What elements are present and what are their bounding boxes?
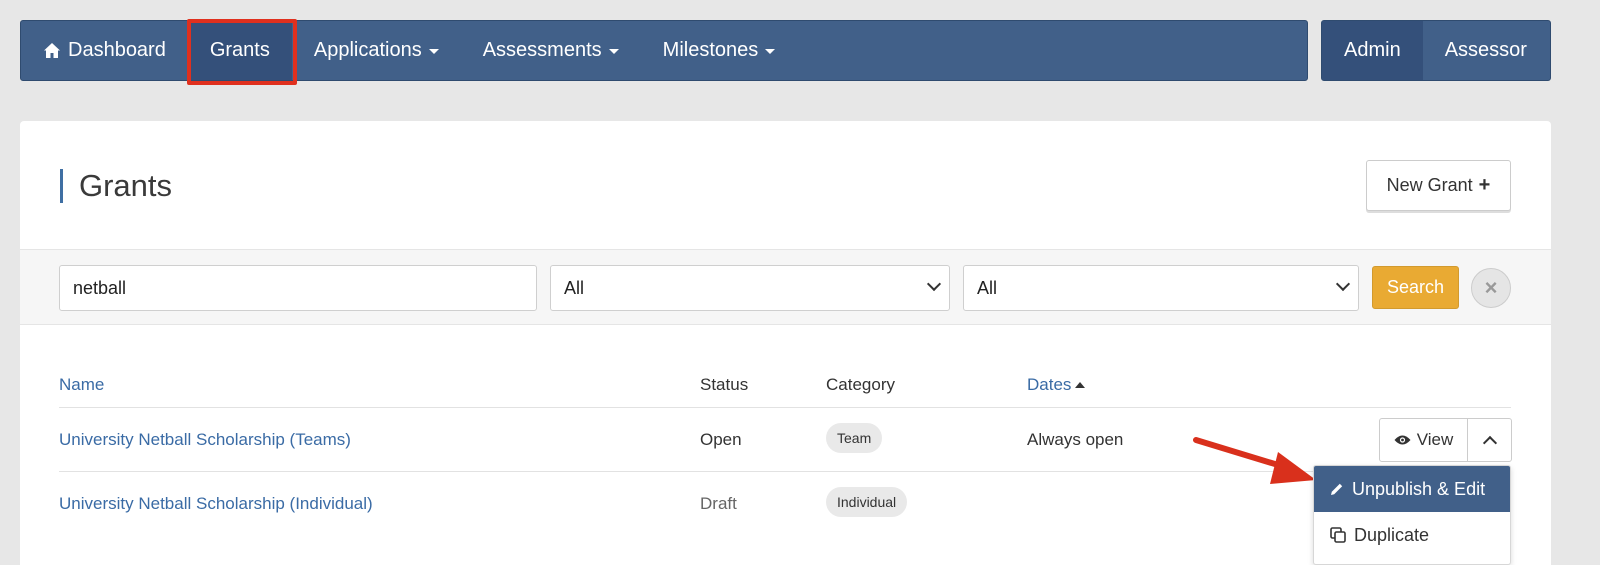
nav-grants-label: Grants [209, 39, 270, 61]
category-badge: Individual [826, 487, 908, 517]
grant-name-link[interactable]: University Netball Scholarship (Individu… [59, 494, 373, 514]
nav-milestones-label: Milestones [662, 39, 759, 61]
nav-assessments-label: Assessments [482, 39, 602, 61]
grant-dates: Always open [1027, 430, 1124, 449]
main-nav: Dashboard Grants Applications Assessment… [20, 20, 1308, 81]
column-header-dates-label: Dates [1027, 375, 1072, 394]
nav-assessor[interactable]: Assessor [1423, 21, 1549, 80]
nav-assessments[interactable]: Assessments [461, 21, 641, 80]
duplicate-label: Duplicate [1354, 524, 1430, 545]
column-header-name[interactable]: Name [59, 375, 104, 395]
category-badge: Team [826, 423, 883, 453]
nav-applications[interactable]: Applications [292, 21, 461, 80]
unpublish-edit-label: Unpublish & Edit [1352, 478, 1486, 499]
search-input[interactable]: netball [59, 265, 537, 311]
status-select[interactable]: All [550, 265, 950, 311]
close-icon: × [1484, 275, 1498, 300]
unpublish-edit-menu-item[interactable]: Unpublish & Edit [1314, 466, 1510, 512]
grant-status: Draft [700, 494, 737, 513]
pencil-icon [1331, 483, 1343, 495]
actions-toggle-button[interactable] [1468, 419, 1511, 461]
category-select[interactable]: All [963, 265, 1359, 311]
new-grant-label: New Grant [1386, 175, 1473, 195]
caret-down-icon [608, 49, 619, 54]
header-divider [59, 407, 1511, 408]
grant-name-link[interactable]: University Netball Scholarship (Teams) [59, 430, 351, 450]
nav-admin[interactable]: Admin [1322, 21, 1423, 80]
new-grant-button[interactable]: New Grant + [1366, 160, 1511, 211]
view-button[interactable]: View [1380, 419, 1468, 461]
chevron-down-icon [926, 276, 942, 292]
chevron-down-icon [1335, 276, 1351, 292]
nav-milestones[interactable]: Milestones [641, 21, 798, 80]
category-select-value: All [977, 277, 998, 298]
actions-dropdown-menu: Unpublish & Edit Duplicate [1313, 465, 1511, 565]
home-icon [43, 42, 61, 59]
nav-dashboard-label: Dashboard [68, 39, 166, 61]
caret-down-icon [428, 49, 439, 54]
role-nav: Admin Assessor [1321, 20, 1551, 81]
status-select-value: All [564, 277, 585, 298]
copy-icon [1330, 527, 1346, 543]
column-header-status: Status [700, 375, 749, 394]
nav-dashboard[interactable]: Dashboard [21, 21, 188, 80]
nav-grants[interactable]: Grants [187, 21, 292, 80]
column-header-dates[interactable]: Dates [1027, 375, 1086, 395]
nav-assessor-label: Assessor [1444, 39, 1527, 61]
plus-icon: + [1478, 174, 1491, 196]
column-header-category: Category [826, 375, 895, 394]
caret-down-icon [765, 49, 776, 54]
nav-admin-label: Admin [1344, 39, 1401, 61]
row-divider [59, 471, 1511, 472]
nav-applications-label: Applications [313, 39, 422, 61]
duplicate-menu-item[interactable]: Duplicate [1314, 512, 1510, 558]
search-button[interactable]: Search [1372, 266, 1459, 309]
page-title: Grants [60, 169, 172, 203]
chevron-up-icon [1482, 435, 1497, 450]
clear-filter-button[interactable]: × [1471, 268, 1511, 308]
search-input-value: netball [73, 277, 127, 298]
row-actions: View [1379, 418, 1512, 462]
view-button-label: View [1416, 430, 1454, 449]
grant-status: Open [700, 430, 742, 449]
sort-up-icon [1075, 382, 1086, 388]
filter-bar: netball All All Search × [20, 249, 1551, 325]
eye-icon [1394, 435, 1411, 445]
